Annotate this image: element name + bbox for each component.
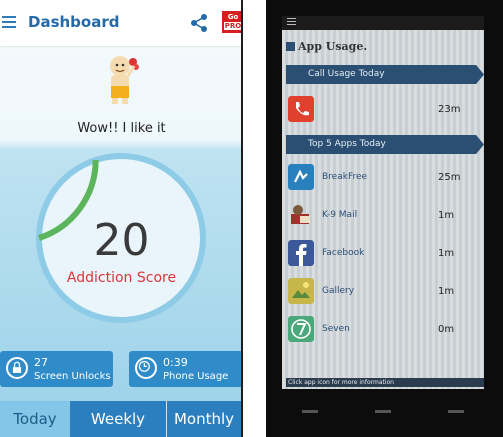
list-item[interactable]: Facebook 1m [288,240,478,268]
facebook-icon [288,240,314,266]
list-item[interactable]: K-9 Mail 1m [288,202,478,230]
call-usage-value: 23m [438,104,461,115]
call-usage-heading: Call Usage Today [308,69,385,79]
breakfree-icon [288,164,314,190]
app-name: Seven [322,324,350,334]
app-usage-value: 1m [438,248,455,259]
phone-icon [288,96,314,122]
app-usage-logo-icon [286,42,295,51]
tab-today[interactable]: Today [0,401,70,437]
status-bar [282,16,484,30]
share-icon[interactable] [190,13,208,33]
addiction-score-value: 20 [93,215,150,266]
top-apps-banner: Top 5 Apps Today [286,135,484,154]
app-usage-value: 0m [438,324,455,335]
list-item[interactable]: BreakFree 25m [288,164,478,192]
screen-unlocks-label: Screen Unlocks [34,371,111,382]
k9-mail-icon [291,205,310,224]
period-tabs: Today Weekly Monthly [0,401,241,437]
list-item[interactable]: Gallery 1m [288,278,478,306]
lock-icon [6,357,28,379]
tab-weekly[interactable]: Weekly [70,401,166,437]
gallery-icon [288,278,314,304]
app-usage-value: 1m [438,210,455,221]
go-pro-line1: Go [227,13,239,21]
app-usage-screen: App Usage. Call Usage Today 23m Top 5 Ap… [282,16,484,389]
app-name: Facebook [322,248,365,258]
go-pro-line2: PRO [224,22,242,30]
app-usage-value: 25m [438,172,461,183]
back-key[interactable] [302,410,318,413]
feedback-message: Wow!! I like it [77,121,166,136]
recent-key[interactable] [448,410,464,413]
seven-icon [288,316,314,342]
device-edge [241,0,243,437]
app-usage-title: App Usage. [298,40,368,53]
app-name: K-9 Mail [322,210,358,220]
go-pro-button[interactable]: Go PRO [222,11,243,33]
app-usage-value: 1m [438,286,455,297]
info-hint: Click app icon for more information [286,378,484,387]
menu-icon[interactable] [287,18,296,26]
mascot-icon [110,56,139,104]
device-nav-bar [282,398,484,428]
top-apps-heading: Top 5 Apps Today [308,139,386,149]
phone-usage-value: 0:39 [163,356,188,369]
app-name: Gallery [322,286,355,296]
page-title: Dashboard [28,13,120,31]
app-usage-photo: App Usage. Call Usage Today 23m Top 5 Ap… [266,0,503,437]
screen-unlocks-card[interactable]: 27 Screen Unlocks [0,351,113,387]
call-usage-row[interactable]: 23m [288,96,478,124]
dashboard-screen: Dashboard Go PRO Wow!! I like it 20 Addi… [0,0,243,437]
call-usage-banner: Call Usage Today [286,65,484,84]
menu-icon[interactable] [2,16,16,28]
addiction-score-label: Addiction Score [66,270,177,286]
screen-unlocks-value: 27 [34,356,48,369]
list-item[interactable]: Seven 0m [288,316,478,344]
app-name: BreakFree [322,172,368,182]
home-key[interactable] [375,410,391,413]
clock-icon [135,357,157,379]
tab-monthly[interactable]: Monthly [166,401,241,437]
app-bar: Dashboard Go PRO [0,0,243,46]
phone-usage-card[interactable]: 0:39 Phone Usage [129,351,243,387]
phone-usage-label: Phone Usage [163,371,229,382]
